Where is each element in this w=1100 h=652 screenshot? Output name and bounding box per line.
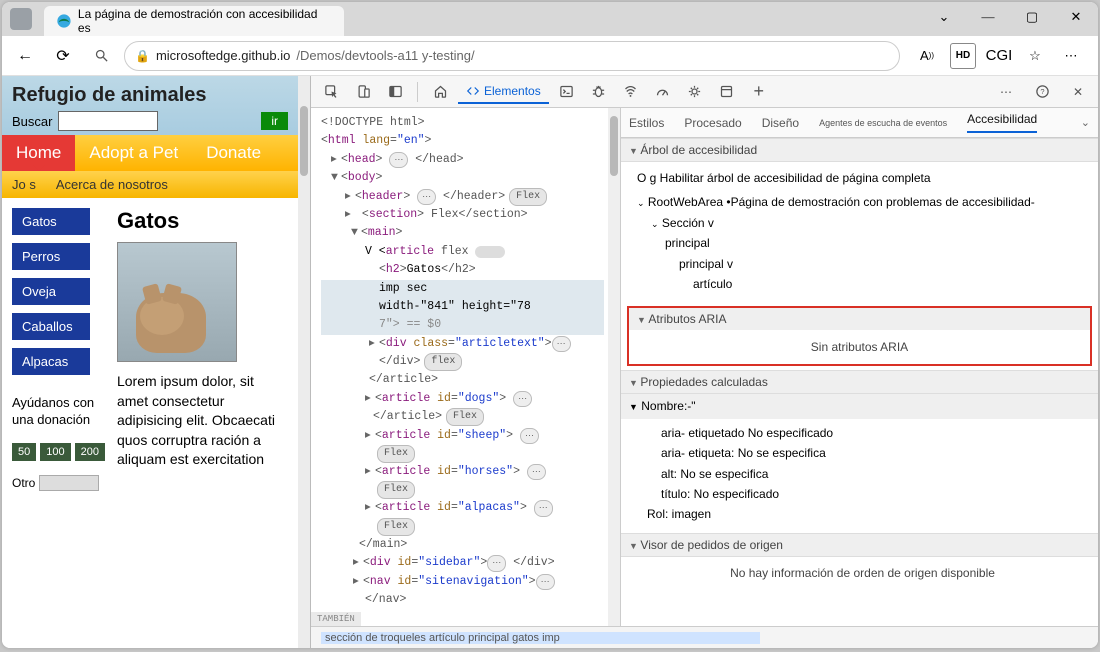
rendered-page: Refugio de animales Buscar ir Home Adopt… xyxy=(2,76,298,648)
tab-diseno[interactable]: Diseño xyxy=(762,116,799,130)
tab-estilos[interactable]: Estilos xyxy=(629,116,664,130)
otro-input[interactable] xyxy=(39,475,99,491)
tabs-chevron-icon[interactable]: ⌄ xyxy=(1081,116,1090,129)
search-label: Buscar xyxy=(12,114,52,129)
url-field[interactable]: 🔒 microsoftedge.github.io/Demos/devtools… xyxy=(124,41,900,71)
back-button[interactable]: ← xyxy=(10,41,40,71)
browser-tab[interactable]: La página de demostración con accesibili… xyxy=(44,6,344,36)
performance-icon[interactable] xyxy=(649,79,677,105)
donate-amounts: 50 100 200 xyxy=(12,443,105,461)
url-host: microsoftedge.github.io xyxy=(156,48,290,63)
aria-header[interactable]: Atributos ARIA xyxy=(629,308,1090,330)
dom-breadcrumb[interactable]: sección de troqueles artículo principal … xyxy=(311,626,1098,648)
nav-home[interactable]: Home xyxy=(2,135,75,171)
cat-alpacas[interactable]: Alpacas xyxy=(12,348,90,375)
source-order-empty: No hay información de orden de origen di… xyxy=(621,557,1098,591)
search-icon xyxy=(94,48,109,63)
source-order-header[interactable]: Visor de pedidos de origen xyxy=(621,533,1098,557)
article-main: Gatos Lorem ipsum dolor, sit amet consec… xyxy=(117,208,288,638)
cat-oveja[interactable]: Oveja xyxy=(12,278,90,305)
favorite-icon[interactable]: ☆ xyxy=(1022,43,1048,69)
inspect-icon[interactable] xyxy=(317,79,345,105)
add-tab-icon[interactable]: + xyxy=(745,79,773,105)
styles-panel: Estilos Procesado Diseño Agentes de escu… xyxy=(621,108,1098,626)
edge-icon xyxy=(56,13,72,29)
console-icon[interactable] xyxy=(553,79,581,105)
welcome-icon[interactable] xyxy=(426,79,454,105)
computed-header[interactable]: Propiedades calculadas xyxy=(621,370,1098,394)
cat-gatos[interactable]: Gatos xyxy=(12,208,90,235)
window-minimize[interactable]: — xyxy=(966,2,1010,32)
profile-label[interactable]: CGI xyxy=(986,43,1012,69)
search-input[interactable] xyxy=(58,111,158,131)
profile-avatar[interactable] xyxy=(10,8,32,30)
read-aloud-icon[interactable]: A)) xyxy=(914,43,940,69)
code-icon xyxy=(466,84,480,98)
refresh-button[interactable]: ⟳ xyxy=(48,41,78,71)
article-text: Lorem ipsum dolor, sit amet consectetur … xyxy=(117,372,288,470)
sub-nav: Jo s Acerca de nosotros xyxy=(2,171,298,198)
url-path: /Demos/devtools-a11 y-testing/ xyxy=(296,48,474,63)
elements-scrollbar[interactable] xyxy=(608,108,620,626)
hd-icon[interactable]: HD xyxy=(950,43,976,69)
bug-icon[interactable] xyxy=(585,79,613,105)
go-button[interactable]: ir xyxy=(261,112,288,130)
donate-50[interactable]: 50 xyxy=(12,443,36,461)
device-icon[interactable] xyxy=(349,79,377,105)
page-scrollbar[interactable] xyxy=(298,76,310,648)
otro-label: Otro xyxy=(12,476,35,490)
aria-empty: Sin atributos ARIA xyxy=(629,330,1090,364)
tab-listeners[interactable]: Agentes de escucha de eventos xyxy=(819,118,947,128)
a11y-root[interactable]: RootWebArea •Página de demostración con … xyxy=(648,195,1035,209)
tab-title: La página de demostración con accesibili… xyxy=(78,7,332,35)
elements-tab[interactable]: Elementos xyxy=(458,80,549,104)
address-bar: ← ⟳ 🔒 microsoftedge.github.io/Demos/devt… xyxy=(2,36,1098,76)
also-label: TAMBIÉN xyxy=(311,612,361,626)
donate-200[interactable]: 200 xyxy=(75,443,105,461)
main-nav: Home Adopt a Pet Donate xyxy=(2,135,298,171)
cat-perros[interactable]: Perros xyxy=(12,243,90,270)
window-titlebar: La página de demostración con accesibili… xyxy=(2,2,1098,36)
a11y-tree-header[interactable]: Árbol de accesibilidad xyxy=(621,138,1098,162)
more-icon[interactable]: ⋯ xyxy=(1058,43,1084,69)
side-tabs: Estilos Procesado Diseño Agentes de escu… xyxy=(621,108,1098,138)
window-maximize[interactable]: ▢ xyxy=(1010,2,1054,32)
donate-label: Ayúdanos con una donación xyxy=(12,395,105,429)
dt-help-icon[interactable]: ? xyxy=(1028,79,1056,105)
devtools-toolbar: Elementos + ⋯ ? ✕ xyxy=(311,76,1098,108)
site-title: Refugio de animales xyxy=(12,84,288,107)
site-header: Refugio de animales Buscar ir xyxy=(2,76,298,135)
selected-node[interactable]: imp sec xyxy=(379,280,427,298)
article-heading: Gatos xyxy=(117,208,288,234)
category-sidebar: Gatos Perros Oveja Caballos Alpacas Ayúd… xyxy=(12,208,105,638)
window-close[interactable]: ✕ xyxy=(1054,2,1098,32)
search-button[interactable] xyxy=(86,41,116,71)
app-icon[interactable] xyxy=(713,79,741,105)
network-icon[interactable] xyxy=(617,79,645,105)
subnav-item[interactable]: Acerca de nosotros xyxy=(46,171,178,198)
tab-procesado[interactable]: Procesado xyxy=(684,116,741,130)
svg-text:?: ? xyxy=(1040,87,1044,96)
nav-donate[interactable]: Donate xyxy=(192,135,275,171)
cat-image xyxy=(117,242,237,362)
dt-more-icon[interactable]: ⋯ xyxy=(992,79,1020,105)
dt-close-icon[interactable]: ✕ xyxy=(1064,79,1092,105)
dock-icon[interactable] xyxy=(381,79,409,105)
nav-adopt[interactable]: Adopt a Pet xyxy=(75,135,192,171)
lock-icon: 🔒 xyxy=(135,49,150,63)
tab-accesibilidad[interactable]: Accesibilidad xyxy=(967,112,1037,133)
elements-tree[interactable]: <!DOCTYPE html> <html lang="en"> ▸<head>… xyxy=(311,108,621,626)
window-caret[interactable]: ⌄ xyxy=(922,2,966,32)
devtools-panel: Elementos + ⋯ ? ✕ xyxy=(310,76,1098,648)
donate-100[interactable]: 100 xyxy=(40,443,70,461)
enable-full-tree[interactable]: O g Habilitar árbol de accesibilidad de … xyxy=(637,168,1088,188)
memory-icon[interactable] xyxy=(681,79,709,105)
cat-caballos[interactable]: Caballos xyxy=(12,313,90,340)
aria-attributes-section: Atributos ARIA Sin atributos ARIA xyxy=(627,306,1092,366)
